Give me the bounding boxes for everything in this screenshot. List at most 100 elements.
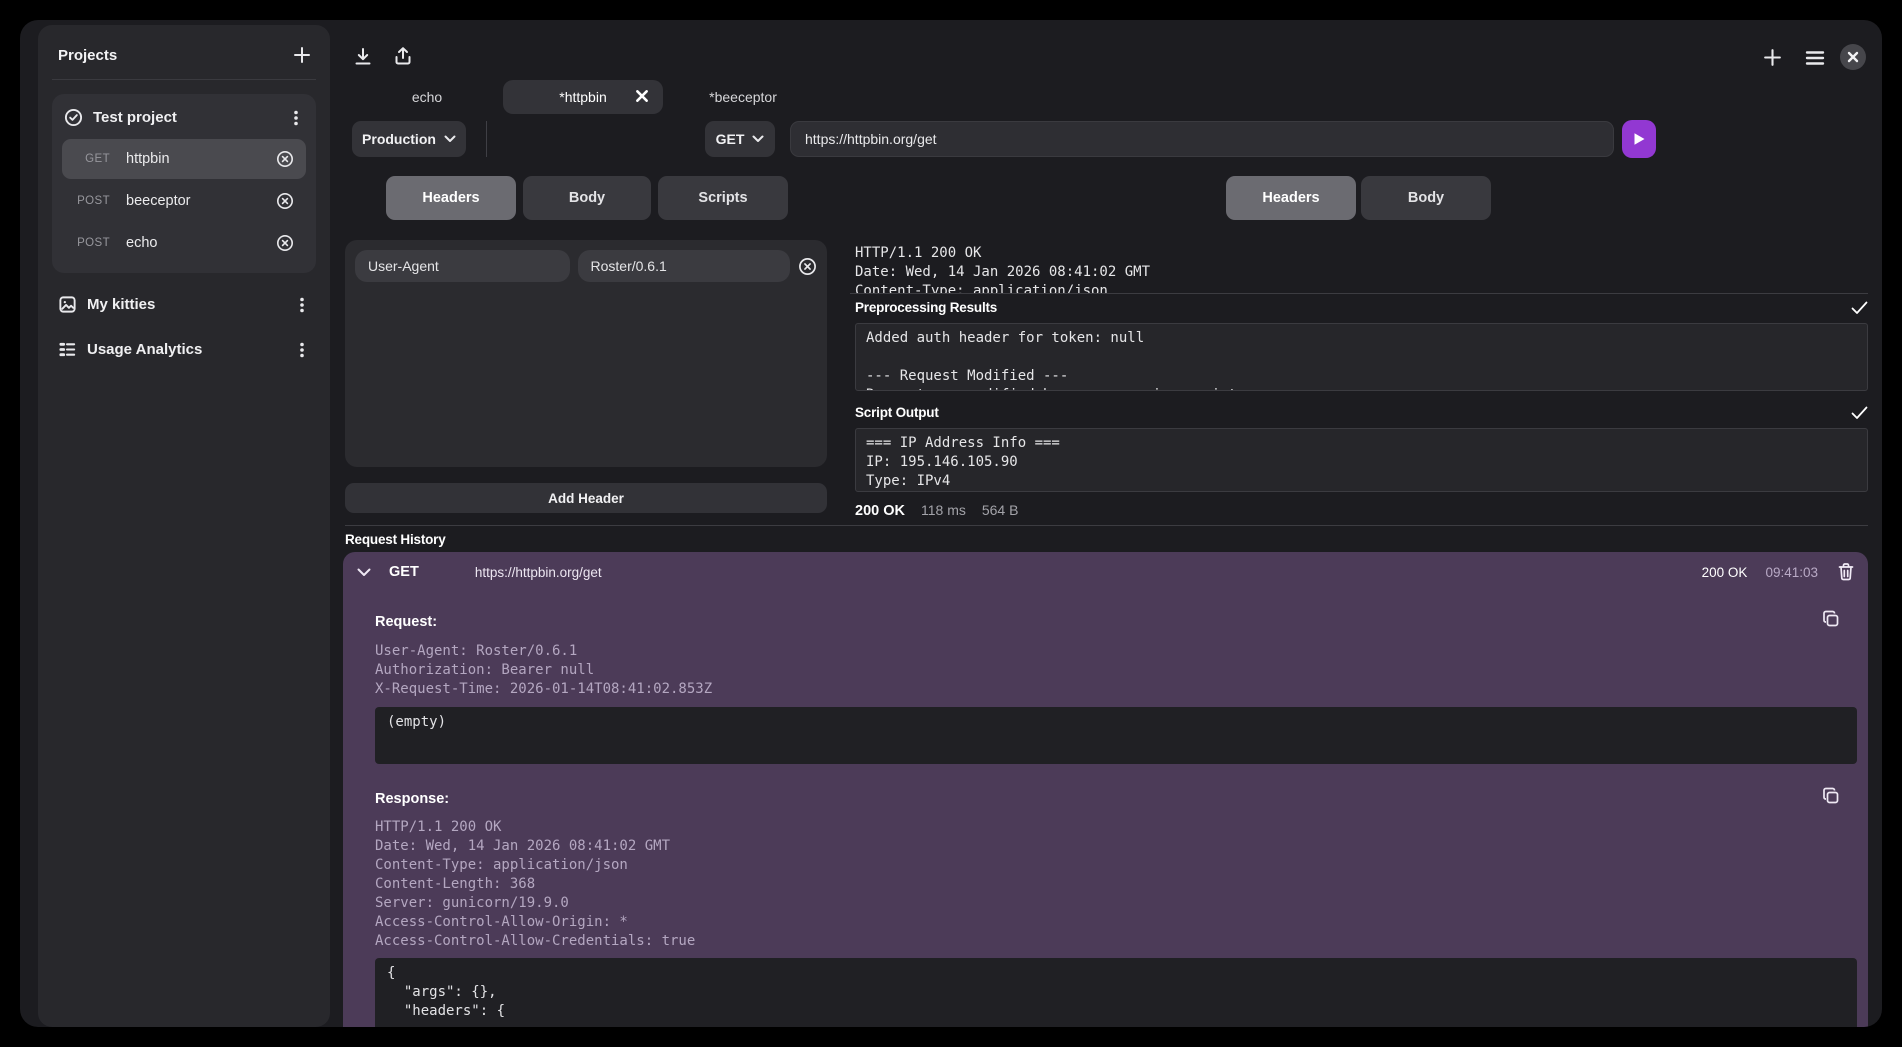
script-output-text: === IP Address Info === IP: 195.146.105.… bbox=[866, 434, 1857, 492]
history-divider bbox=[345, 525, 1868, 526]
project-group: Test project GET httpbin POST beeceptor bbox=[52, 94, 316, 273]
url-input[interactable]: https://httpbin.org/get bbox=[790, 121, 1614, 157]
sidebar: Projects Test project GET ht bbox=[38, 25, 330, 1027]
export-button[interactable] bbox=[392, 45, 414, 67]
menu-button[interactable] bbox=[1805, 50, 1825, 66]
sidebar-collection-usage-analytics[interactable]: Usage Analytics bbox=[52, 328, 316, 363]
tab-echo[interactable]: echo bbox=[352, 80, 502, 114]
history-entry-card: GET https://httpbin.org/get 200 OK 09:41… bbox=[343, 552, 1868, 1027]
history-request-body[interactable]: (empty) bbox=[375, 707, 1857, 764]
image-icon bbox=[58, 295, 77, 314]
status-time: 118 ms bbox=[921, 502, 966, 518]
project-menu-button[interactable] bbox=[288, 109, 304, 127]
history-url: https://httpbin.org/get bbox=[475, 565, 1702, 580]
tab-label: Body bbox=[1408, 190, 1444, 206]
project-name: Test project bbox=[93, 109, 278, 126]
method-select[interactable]: GET bbox=[705, 121, 775, 157]
sidebar-header: Projects bbox=[52, 39, 316, 80]
add-header-button[interactable]: Add Header bbox=[345, 483, 827, 513]
tab-response-headers[interactable]: Headers bbox=[1226, 176, 1356, 220]
request-method-badge: POST bbox=[74, 195, 110, 207]
history-request-label: Request: bbox=[375, 614, 437, 630]
project-header[interactable]: Test project bbox=[62, 104, 306, 137]
collection-menu-button[interactable] bbox=[294, 296, 310, 314]
history-response-label: Response: bbox=[375, 791, 449, 807]
tab-request-body[interactable]: Body bbox=[523, 176, 651, 220]
check-icon bbox=[1851, 406, 1868, 420]
history-response-body[interactable]: { "args": {}, "headers": { bbox=[375, 958, 1857, 1027]
tab-label: Scripts bbox=[698, 190, 747, 206]
tab-label: Headers bbox=[1262, 190, 1319, 206]
preprocessing-title: Preprocessing Results bbox=[855, 300, 997, 315]
history-request-headers: User-Agent: Roster/0.6.1 Authorization: … bbox=[375, 642, 712, 699]
close-window-button[interactable] bbox=[1840, 44, 1866, 70]
history-title: Request History bbox=[345, 532, 446, 547]
script-output-header: Script Output bbox=[855, 405, 1868, 420]
chevron-down-icon bbox=[752, 135, 764, 143]
history-method: GET bbox=[389, 564, 419, 580]
close-tab-icon[interactable] bbox=[635, 89, 649, 103]
play-icon bbox=[1633, 132, 1646, 146]
screen: Projects Test project GET ht bbox=[0, 0, 1902, 1047]
tab-httpbin-active[interactable]: *httpbin bbox=[503, 80, 663, 114]
sidebar-request-echo[interactable]: POST echo bbox=[62, 223, 306, 263]
header-value-value: Roster/0.6.1 bbox=[591, 258, 667, 274]
tab-label: echo bbox=[412, 89, 442, 105]
add-project-button[interactable] bbox=[292, 45, 312, 65]
tab-beeceptor[interactable]: *beeceptor bbox=[668, 80, 818, 114]
tab-response-body[interactable]: Body bbox=[1361, 176, 1491, 220]
header-key-value: User-Agent bbox=[368, 258, 439, 274]
tab-label: *beeceptor bbox=[709, 89, 777, 105]
headers-editor-card: User-Agent Roster/0.6.1 bbox=[345, 240, 827, 467]
header-key-input[interactable]: User-Agent bbox=[355, 250, 570, 282]
copy-response-button[interactable] bbox=[1822, 787, 1840, 805]
response-headers-preview[interactable]: HTTP/1.1 200 OK Date: Wed, 14 Jan 2026 0… bbox=[855, 244, 1868, 294]
history-time: 09:41:03 bbox=[1765, 565, 1818, 580]
request-name: echo bbox=[126, 235, 276, 251]
collection-name: My kitties bbox=[87, 296, 284, 313]
header-row: User-Agent Roster/0.6.1 bbox=[355, 250, 817, 282]
preprocessing-output[interactable]: Added auth header for token: null --- Re… bbox=[855, 323, 1868, 391]
remove-header-button[interactable] bbox=[798, 257, 817, 276]
delete-request-button[interactable] bbox=[276, 234, 294, 252]
script-output-title: Script Output bbox=[855, 405, 939, 420]
tab-request-scripts[interactable]: Scripts bbox=[658, 176, 788, 220]
script-output-box[interactable]: === IP Address Info === IP: 195.146.105.… bbox=[855, 428, 1868, 492]
history-response-body-text: { "args": {}, "headers": { bbox=[387, 964, 1845, 1021]
request-method-badge: POST bbox=[74, 237, 110, 249]
new-tab-button[interactable] bbox=[1762, 47, 1783, 68]
delete-request-button[interactable] bbox=[276, 192, 294, 210]
delete-request-button[interactable] bbox=[276, 150, 294, 168]
tab-request-headers[interactable]: Headers bbox=[386, 176, 516, 220]
url-value: https://httpbin.org/get bbox=[805, 131, 937, 147]
preprocessing-output-text: Added auth header for token: null --- Re… bbox=[866, 329, 1857, 391]
sidebar-request-httpbin[interactable]: GET httpbin bbox=[62, 139, 306, 179]
toolbar-divider bbox=[486, 121, 487, 157]
send-button[interactable] bbox=[1622, 120, 1656, 158]
response-status-bar: 200 OK 118 ms 564 B bbox=[855, 502, 1018, 519]
tab-label: Headers bbox=[422, 190, 479, 206]
tab-label: *httpbin bbox=[559, 89, 606, 105]
header-value-input[interactable]: Roster/0.6.1 bbox=[578, 250, 791, 282]
history-request-body-text: (empty) bbox=[387, 713, 1845, 732]
request-name: httpbin bbox=[126, 151, 276, 167]
request-name: beeceptor bbox=[126, 193, 276, 209]
history-status: 200 OK bbox=[1702, 565, 1748, 580]
history-entry-header[interactable]: GET https://httpbin.org/get 200 OK 09:41… bbox=[343, 552, 1868, 592]
environment-select[interactable]: Production bbox=[352, 121, 466, 157]
sidebar-title: Projects bbox=[58, 47, 117, 64]
section-divider bbox=[850, 293, 1868, 294]
tab-label: Body bbox=[569, 190, 605, 206]
sidebar-request-beeceptor[interactable]: POST beeceptor bbox=[62, 181, 306, 221]
collection-name: Usage Analytics bbox=[87, 341, 284, 358]
delete-history-button[interactable] bbox=[1838, 563, 1854, 581]
collection-menu-button[interactable] bbox=[294, 341, 310, 359]
copy-request-button[interactable] bbox=[1822, 610, 1840, 628]
environment-value: Production bbox=[362, 131, 436, 147]
status-size: 564 B bbox=[982, 502, 1019, 518]
clock-check-icon bbox=[64, 108, 83, 127]
app-window: Projects Test project GET ht bbox=[20, 20, 1882, 1027]
import-button[interactable] bbox=[352, 46, 374, 68]
list-icon bbox=[58, 340, 77, 359]
sidebar-collection-my-kitties[interactable]: My kitties bbox=[52, 283, 316, 318]
